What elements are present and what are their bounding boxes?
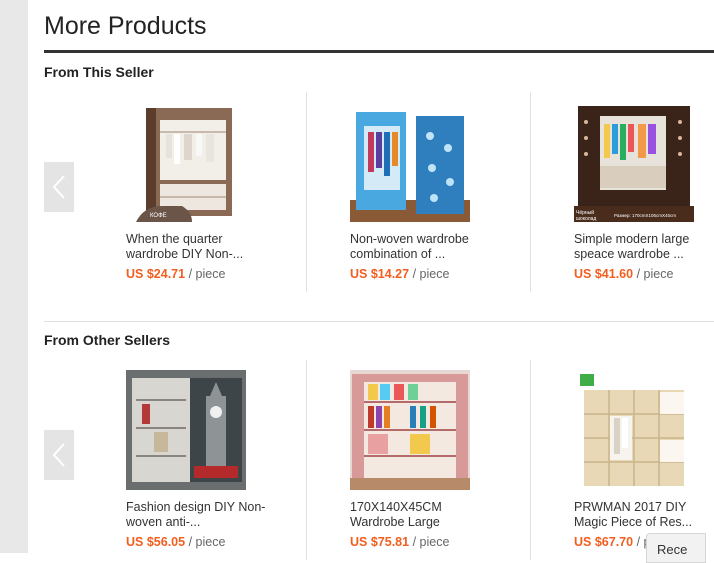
product-image[interactable] — [350, 102, 470, 222]
product-image[interactable] — [574, 102, 694, 222]
price-unit: / piece — [188, 535, 226, 549]
product-price: US $24.71 — [126, 267, 186, 281]
product-card[interactable]: PRWMAN 2017 DIY Magic Piece of Res... US… — [524, 360, 714, 560]
product-price: US $75.81 — [350, 535, 410, 549]
product-card[interactable]: КОФЕ When the quarter wardrobe DIY Non-.… — [76, 92, 300, 292]
product-card[interactable]: 170X140X45CM Wardrobe Large US $75.81 / … — [300, 360, 524, 560]
chevron-left-icon — [52, 175, 65, 199]
product-price: US $67.70 — [574, 535, 634, 549]
product-title[interactable]: Simple modern large speace wardrobe ... — [574, 232, 714, 262]
image-caption-left: Чёрный шоколад — [576, 210, 597, 222]
carousel-this-seller: КОФЕ When the quarter wardrobe DIY Non-.… — [44, 92, 714, 292]
section-divider — [44, 321, 714, 322]
carousel-other-sellers: Fashion design DIY Non- woven anti-... U… — [44, 360, 714, 560]
carousel-prev-button[interactable] — [44, 430, 74, 480]
image-badge-text: КОФЕ — [150, 213, 167, 219]
product-price: US $56.05 — [126, 535, 186, 549]
product-title[interactable]: PRWMAN 2017 DIY Magic Piece of Res... — [574, 500, 714, 530]
product-price-row: US $75.81 / piece — [350, 535, 449, 549]
product-title[interactable]: Fashion design DIY Non- woven anti-... — [126, 500, 286, 530]
price-unit: / piece — [636, 267, 674, 281]
left-gutter — [0, 0, 28, 553]
product-title[interactable]: When the quarter wardrobe DIY Non-... — [126, 232, 286, 262]
product-price: US $41.60 — [574, 267, 634, 281]
product-image[interactable] — [126, 370, 246, 490]
recently-viewed-tab[interactable]: Rece — [646, 533, 706, 563]
image-caption-right: Размер: 170cmX105cmX45cm — [614, 213, 676, 218]
product-price: US $14.27 — [350, 267, 410, 281]
price-unit: / piece — [412, 267, 450, 281]
product-card[interactable]: Non-woven wardrobe combination of ... US… — [300, 92, 524, 292]
product-image[interactable] — [350, 370, 470, 490]
product-price-row: US $56.05 / piece — [126, 535, 225, 549]
product-image[interactable] — [126, 102, 246, 222]
price-unit: / piece — [188, 267, 226, 281]
carousel-prev-button[interactable] — [44, 162, 74, 212]
heading-divider — [44, 50, 714, 53]
product-title[interactable]: 170X140X45CM Wardrobe Large — [350, 500, 510, 530]
product-title[interactable]: Non-woven wardrobe combination of ... — [350, 232, 510, 262]
product-card[interactable]: Fashion design DIY Non- woven anti-... U… — [76, 360, 300, 560]
product-image[interactable] — [574, 370, 694, 490]
section-title-this-seller: From This Seller — [44, 64, 154, 80]
price-unit: / piece — [412, 535, 450, 549]
product-card[interactable]: Чёрный шоколад Размер: 170cmX105cmX45cm … — [524, 92, 714, 292]
section-title-other-sellers: From Other Sellers — [44, 332, 171, 348]
more-products-panel: More Products From This Seller КОФЕ When… — [28, 0, 714, 560]
chevron-left-icon — [52, 443, 65, 467]
product-price-row: US $24.71 / piece — [126, 267, 225, 281]
page-title: More Products — [44, 12, 207, 40]
product-price-row: US $41.60 / piece — [574, 267, 673, 281]
product-price-row: US $14.27 / piece — [350, 267, 449, 281]
